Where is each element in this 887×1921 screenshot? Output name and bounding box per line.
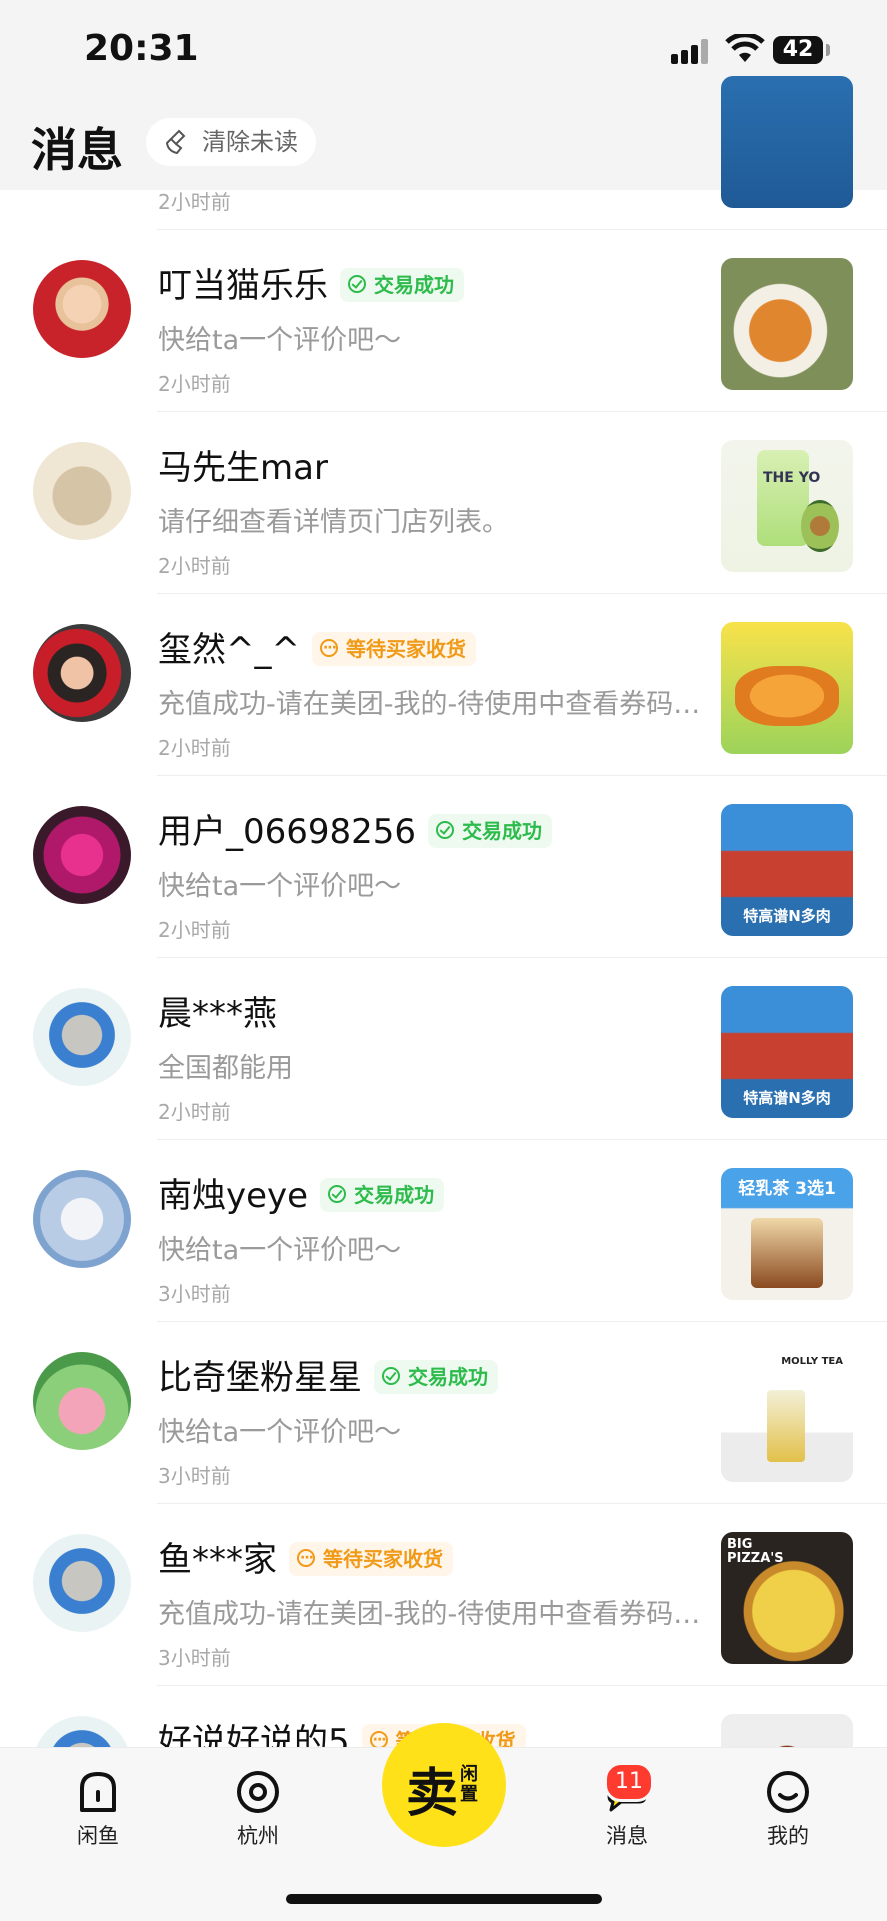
list-item[interactable]: 玺然^_^ 等待买家收货 充值成功-请在美团-我的-待使用中查看券码-尽快去使用哦… (0, 594, 887, 776)
tab-label: 我的 (767, 1824, 809, 1848)
product-thumbnail (721, 76, 853, 208)
message-time: 2小时前 (158, 918, 231, 942)
ellipsis-circle-icon (369, 1723, 388, 1757)
woman-photo-avatar (33, 624, 131, 722)
message-preview: 快给ta一个评价吧～ (158, 1235, 402, 1266)
pink-flower-avatar (33, 806, 131, 904)
list-item-partial[interactable]: 2小时前 (0, 48, 887, 230)
contact-name: 叮当猫乐乐 (158, 266, 328, 306)
ellipsis-circle-icon (297, 1541, 315, 1575)
list-item[interactable]: 用户_06698256 交易成功 快给ta一个评价吧～ 2小时前 特高谱N多肉 (0, 776, 887, 958)
list-item[interactable]: 马先生mar 请仔细查看详情页门店列表。 2小时前 THE YO (0, 412, 887, 594)
awaiting-receipt-badge: 等待买家收货 (289, 1541, 453, 1576)
milk-tea-thumb: 轻乳茶 3选1 (721, 1168, 853, 1300)
unread-count-badge: 11 (604, 1762, 654, 1802)
list-item[interactable]: 南烛yeye 交易成功 快给ta一个评价吧～ 3小时前 轻乳茶 3选1 (0, 1140, 887, 1322)
message-time: 2小时前 (158, 372, 231, 396)
awaiting-receipt-badge: 等待买家收货 (311, 631, 476, 666)
message-preview: 快给ta一个评价吧～ (158, 871, 402, 902)
message-preview: 快给ta一个评价吧～ (158, 325, 402, 356)
check-circle-icon (328, 1184, 347, 1203)
check-circle-icon (382, 1366, 400, 1385)
contact-name: 玺然^_^ (158, 630, 300, 670)
anime-boy-avatar (33, 1170, 131, 1268)
contact-name: 比奇堡粉星星 (158, 1358, 362, 1398)
home-icon (80, 1772, 116, 1812)
sell-sublabel: 闲置 (460, 1764, 478, 1805)
message-time: 2小时前 (158, 1100, 231, 1124)
message-preview: 全国都能用 (158, 1053, 293, 1084)
otter-avatar (33, 442, 131, 540)
molly-tea-thumb: MOLLY TEA (721, 1350, 853, 1482)
message-preview: 充值成功-请在美团-我的-待使用中查看券码-尽快去使用哦～ (158, 689, 704, 720)
tab-label: 杭州 (237, 1824, 279, 1848)
avocado-drink-thumb: THE YO (721, 440, 853, 572)
contact-name: 马先生mar (158, 448, 328, 488)
sell-button[interactable]: 卖 闲置 (382, 1723, 506, 1847)
cat-astronaut-avatar (33, 1534, 131, 1632)
contact-name: 南烛yeye (158, 1176, 309, 1216)
message-time: 3小时前 (158, 1282, 231, 1306)
sell-label: 卖 (406, 1764, 459, 1824)
location-icon (237, 1771, 279, 1813)
list-item[interactable]: 晨***燕 全国都能用 2小时前 特高谱N多肉 (0, 958, 887, 1140)
tab-mine[interactable]: 我的 (726, 1748, 846, 1868)
message-time: 3小时前 (158, 1464, 231, 1488)
pastry-product-thumb (721, 258, 853, 390)
child-photo-avatar (33, 260, 131, 358)
patrick-star-avatar (33, 1352, 131, 1450)
message-time: 3小时前 (158, 1646, 231, 1670)
pizza-thumb: BIG PIZZA'S (721, 1532, 853, 1664)
check-circle-icon (348, 274, 366, 293)
message-preview: 请仔细查看详情页门店列表。 (158, 507, 509, 538)
ellipsis-circle-icon (319, 631, 338, 665)
message-time: 2小时前 (158, 190, 231, 214)
contact-name: 用户_06698256 (158, 812, 417, 852)
hotpot-buffet-thumb: 特高谱N多肉 (721, 804, 853, 936)
tab-home[interactable]: 闲鱼 (36, 1748, 156, 1868)
mooncake-thumb (721, 622, 853, 754)
list-item[interactable]: 比奇堡粉星星 交易成功 快给ta一个评价吧～ 3小时前 MOLLY TEA (0, 1322, 887, 1504)
smiley-face-icon (767, 1771, 809, 1813)
hotpot-buffet-thumb: 特高谱N多肉 (721, 986, 853, 1118)
home-indicator[interactable] (286, 1894, 602, 1904)
trade-success-badge: 交易成功 (374, 1359, 498, 1394)
message-time: 2小时前 (158, 554, 231, 578)
message-time: 2小时前 (158, 736, 231, 760)
contact-name: 鱼***家 (158, 1540, 277, 1580)
list-item[interactable]: 鱼***家等待买家收货 充值成功-请在美团-我的-待使用中查看券码-尽快去使用哦… (0, 1504, 887, 1686)
message-preview: 快给ta一个评价吧～ (158, 1417, 402, 1448)
message-preview: 充值成功-请在美团-我的-待使用中查看券码-尽快去使用哦～ (158, 1599, 704, 1630)
cat-astronaut-avatar (33, 988, 131, 1086)
list-item[interactable]: 叮当猫乐乐 交易成功 快给ta一个评价吧～ 2小时前 (0, 230, 887, 412)
tab-label: 消息 (606, 1824, 648, 1848)
trade-success-badge: 交易成功 (320, 1177, 445, 1212)
tab-label: 闲鱼 (77, 1824, 119, 1848)
contact-name: 晨***燕 (158, 994, 277, 1034)
check-circle-icon (436, 820, 455, 839)
trade-success-badge: 交易成功 (340, 267, 464, 302)
trade-success-badge: 交易成功 (428, 813, 553, 848)
tab-local[interactable]: 杭州 (196, 1748, 316, 1868)
